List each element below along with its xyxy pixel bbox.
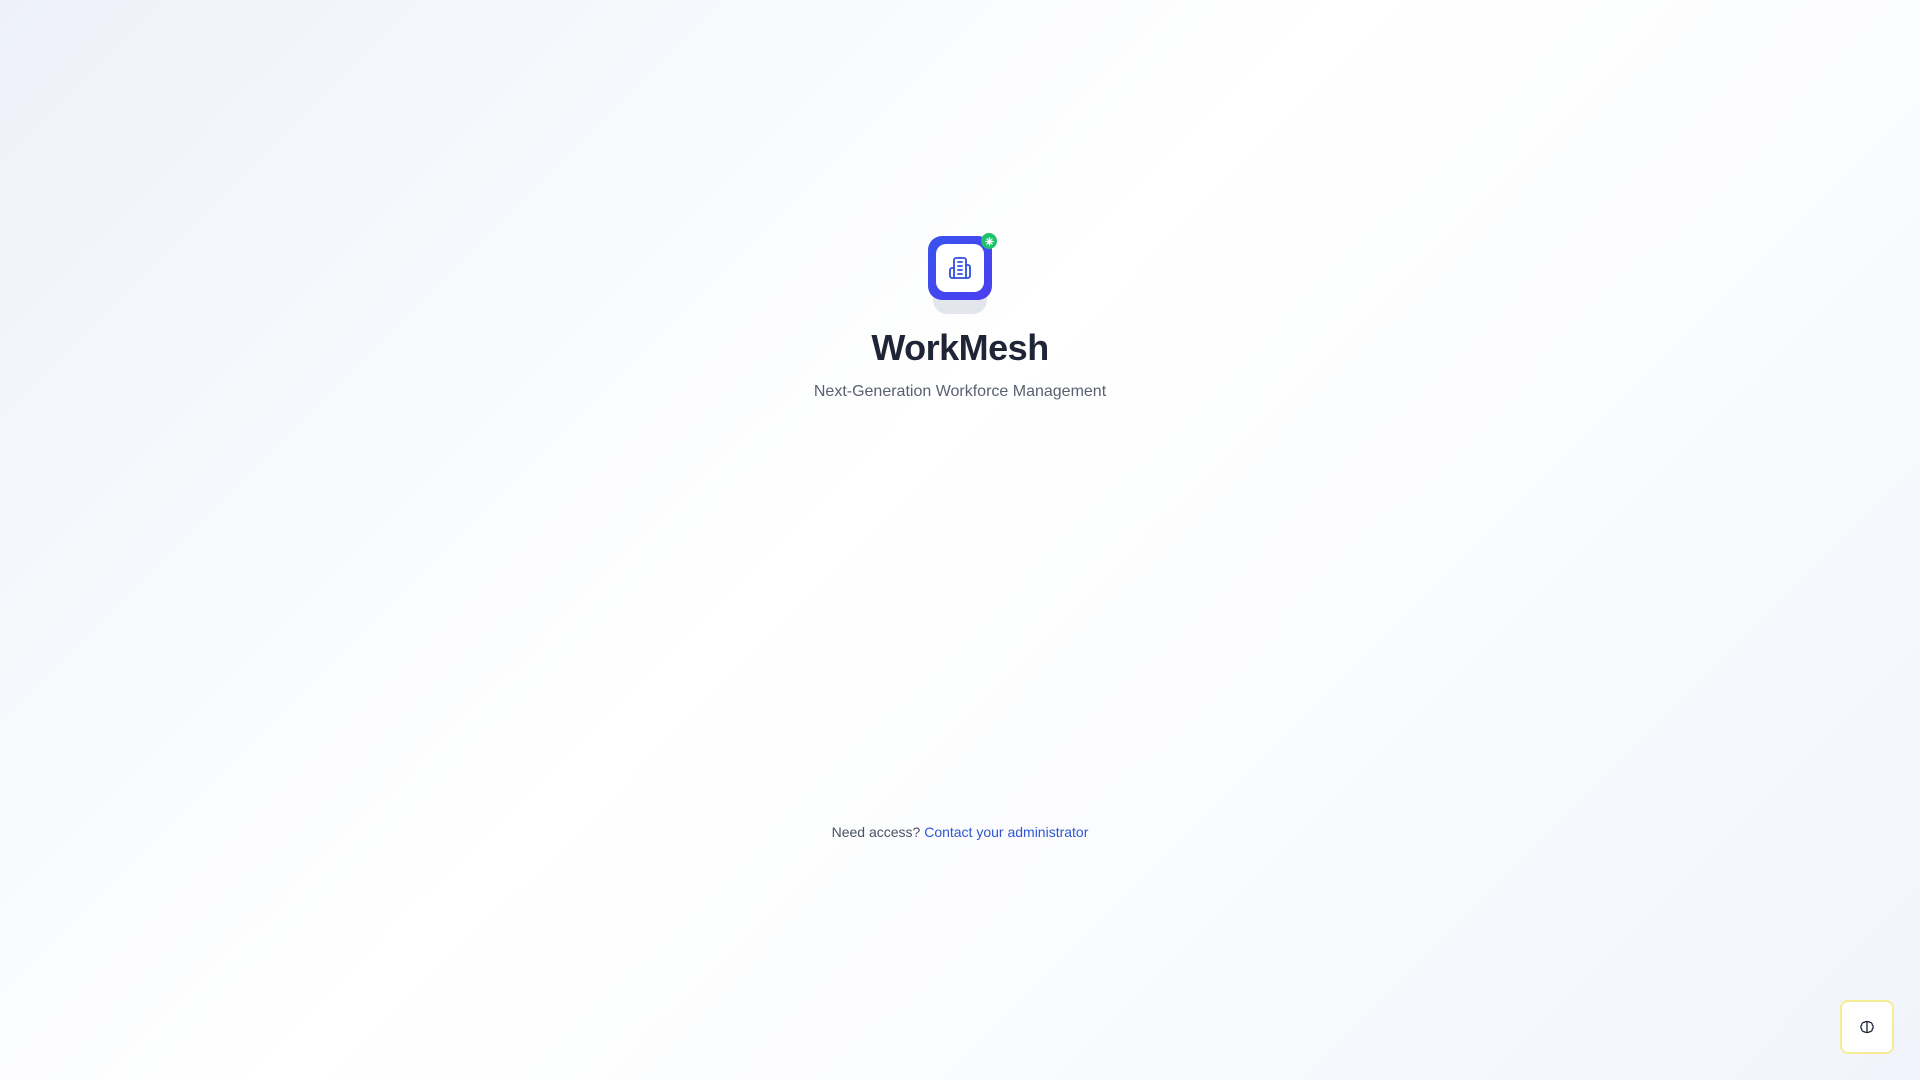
app-logo xyxy=(928,233,997,316)
access-prompt: Need access? xyxy=(831,824,921,840)
building-icon xyxy=(949,257,971,279)
brand-header: WorkMesh Next-Generation Workforce Manag… xyxy=(0,233,1920,402)
sparkle-icon xyxy=(984,236,994,246)
status-badge xyxy=(981,233,997,249)
app-tagline: Next-Generation Workforce Management xyxy=(813,383,1107,400)
theme-toggle-button[interactable] xyxy=(1840,1000,1894,1054)
app-title: WorkMesh xyxy=(871,327,1049,368)
brain-icon xyxy=(1860,1020,1874,1034)
contact-admin-link[interactable]: Contact your administrator xyxy=(924,824,1088,840)
access-help: Need access? Contact your administrator xyxy=(0,822,1920,842)
